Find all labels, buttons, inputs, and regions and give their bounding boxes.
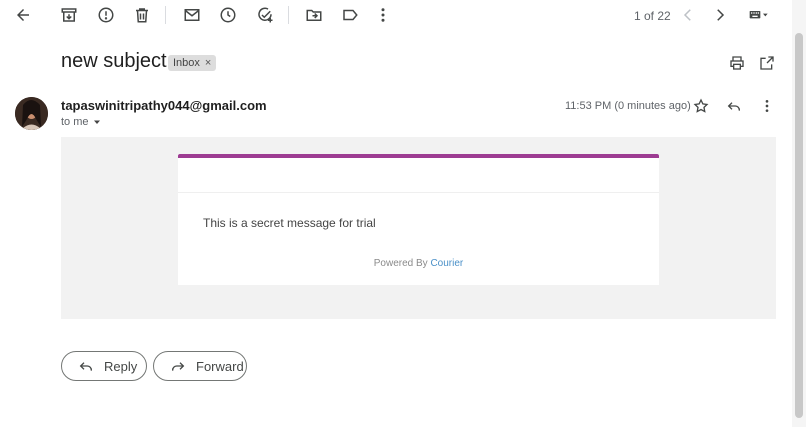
inbox-label-chip[interactable]: Inbox × [168,55,217,71]
reply-icon[interactable] [724,96,744,116]
forward-button[interactable]: Forward [153,351,247,381]
remove-label-icon[interactable]: × [205,57,211,69]
archive-icon[interactable] [58,4,80,26]
courier-link[interactable]: Courier [430,258,463,269]
reply-icon [79,362,92,371]
reply-button[interactable]: Reply [61,351,147,381]
toolbar-separator [288,6,289,24]
more-vert-icon[interactable] [372,4,394,26]
email-view: 1 of 22 new subject Inbox × tapaswinitri… [0,0,806,427]
print-icon[interactable] [727,53,747,73]
powered-by-footer: Powered By Courier [178,258,659,269]
toolbar: 1 of 22 [0,0,790,30]
keyboard-icon[interactable] [744,4,774,26]
add-task-icon[interactable] [254,4,276,26]
pager-count: 1 of 22 [634,9,671,23]
recipient-details-toggle[interactable]: to me [61,116,102,128]
arrow-back-icon[interactable] [12,4,34,26]
scrollbar-thumb[interactable] [795,33,803,418]
more-vert-icon[interactable] [757,96,777,116]
forward-icon [172,362,185,371]
mail-icon[interactable] [181,4,203,26]
sender-email[interactable]: tapaswinitripathy044@gmail.com [61,98,267,113]
message-timestamp: 11:53 PM (0 minutes ago) [565,100,691,112]
label-chip-text: Inbox [173,57,200,69]
forward-label: Forward [196,358,244,374]
brand-bar [178,154,659,158]
star-icon[interactable] [691,96,711,116]
reply-label: Reply [104,358,138,374]
trash-icon[interactable] [131,4,153,26]
avatar[interactable] [15,97,48,130]
recipient-text: to me [61,116,89,128]
folder-move-icon[interactable] [303,4,325,26]
clock-icon[interactable] [217,4,239,26]
email-subject: new subject [61,50,167,72]
label-icon[interactable] [339,4,361,26]
powered-by-text: Powered By [373,258,428,269]
divider [178,192,659,193]
message-body-text: This is a secret message for trial [203,216,376,230]
report-spam-icon[interactable] [95,4,117,26]
message-card: This is a secret message for trial Power… [178,154,659,285]
caret-down-icon [93,120,100,124]
chevron-right-icon[interactable] [709,4,731,26]
chevron-left-icon[interactable] [677,4,699,26]
open-in-new-window-icon[interactable] [757,53,777,73]
toolbar-separator [165,6,166,24]
